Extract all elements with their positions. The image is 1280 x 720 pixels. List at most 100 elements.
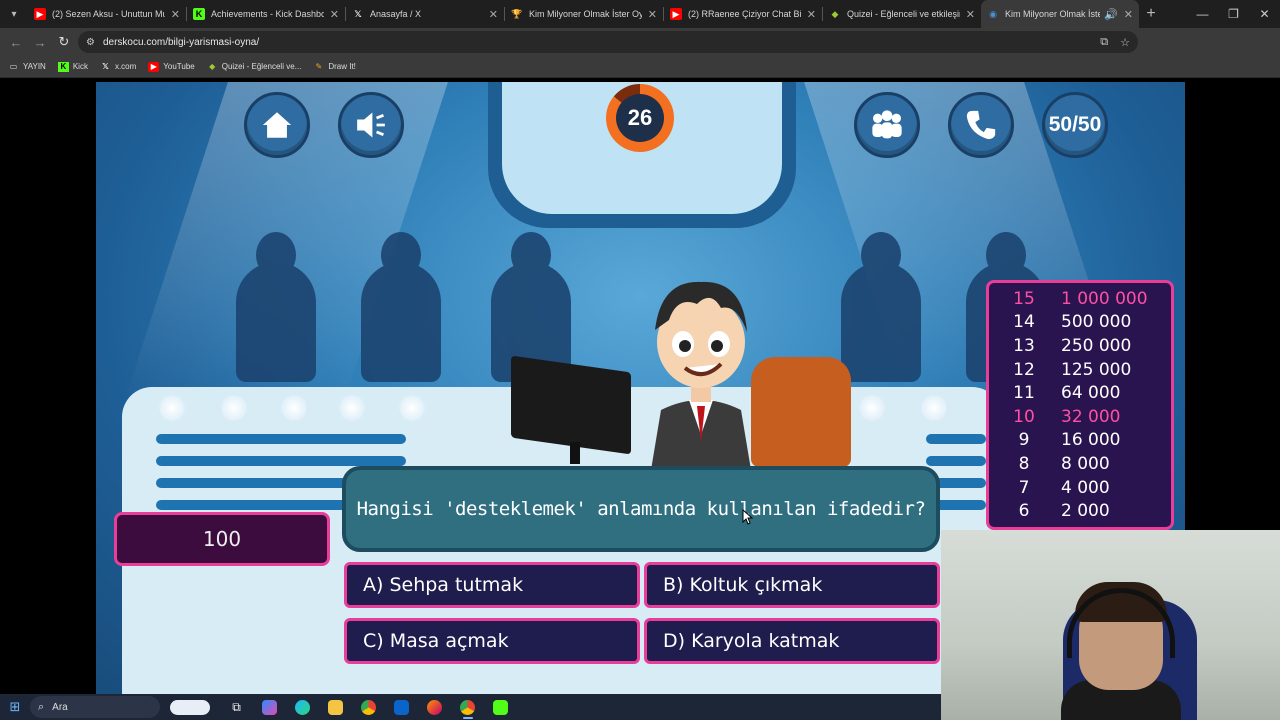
host-chair xyxy=(751,357,851,467)
window-controls: — ❐ ✕ xyxy=(1187,0,1280,28)
audience-lifeline-button[interactable] xyxy=(854,92,920,158)
answer-option-d[interactable]: D) Karyola katmak xyxy=(644,618,940,664)
taskbar-search[interactable]: ⌕ Ara xyxy=(30,696,160,718)
monitor-stand xyxy=(570,442,580,464)
answer-option-a[interactable]: A) Sehpa tutmak xyxy=(344,562,640,608)
site-info-icon[interactable]: ⚙ xyxy=(86,37,95,48)
url-bar[interactable]: ⚙ derskocu.com/bilgi-yarismasi-oyna/ ⧉ ☆ xyxy=(78,31,1138,53)
tab-kick-dashboard[interactable]: K Achievements - Kick Dashboard ✕ xyxy=(187,0,345,28)
close-tab-icon[interactable]: ✕ xyxy=(807,8,816,21)
desk-monitor xyxy=(511,355,631,455)
folder-logo xyxy=(328,699,343,715)
ladder-row: 15 1 000 000 xyxy=(1013,288,1148,309)
chrome-logo xyxy=(361,699,376,715)
ladder-row: 62 000 xyxy=(1018,501,1110,522)
question-box: Hangisi 'desteklemek' anlamında kullanıl… xyxy=(342,466,940,552)
close-tab-icon[interactable]: ✕ xyxy=(330,8,339,21)
phone-lifeline-button[interactable] xyxy=(948,92,1014,158)
chrome-active-icon[interactable] xyxy=(451,694,484,720)
ladder-row: 12 125 000 xyxy=(1013,359,1132,380)
reload-icon[interactable]: ↻ xyxy=(52,34,76,50)
firefox-icon[interactable] xyxy=(418,694,451,720)
new-tab-button[interactable]: + xyxy=(1139,5,1163,23)
close-tab-icon[interactable]: ✕ xyxy=(1124,8,1133,21)
youtube-icon: ▶ xyxy=(148,61,160,72)
bookmark-star-icon[interactable]: ☆ xyxy=(1120,36,1130,49)
audience-icon xyxy=(872,110,902,139)
windows-start-icon[interactable]: ⊞ xyxy=(0,699,30,715)
prize-ladder: 15 1 000 000 14 500 000 13 250 000 12 125 00… xyxy=(986,280,1174,530)
webcam-overlay xyxy=(941,530,1280,720)
desk-stripe xyxy=(926,456,986,466)
ladder-row: 14 500 000 xyxy=(1013,312,1132,333)
minimize-icon[interactable]: — xyxy=(1187,0,1218,28)
edge-logo xyxy=(295,699,310,715)
install-app-icon[interactable]: ⧉ xyxy=(1100,36,1108,49)
edge-icon[interactable] xyxy=(286,694,319,720)
desk-stripe xyxy=(156,456,406,466)
kick-logo xyxy=(493,699,508,715)
desk-light xyxy=(220,394,248,422)
home-icon xyxy=(262,112,292,138)
close-window-icon[interactable]: ✕ xyxy=(1249,0,1280,28)
bookmark-youtube[interactable]: ▶ YouTube xyxy=(148,61,195,72)
close-tab-icon[interactable]: ✕ xyxy=(171,8,180,21)
ladder-row: 11 64 000 xyxy=(1013,383,1121,404)
desk-light xyxy=(398,394,426,422)
chrome-logo xyxy=(460,699,475,715)
widgets-icon[interactable] xyxy=(160,694,220,720)
chrome-icon[interactable] xyxy=(352,694,385,720)
tab-rraenee[interactable]: ▶ (2) RRaenee Çiziyor Chat Bilme ✕ xyxy=(664,0,822,28)
ladder-row: 88 000 xyxy=(1018,453,1110,474)
search-icon: ⌕ xyxy=(38,700,45,713)
close-tab-icon[interactable]: ✕ xyxy=(648,8,657,21)
tab-strip: ▾ ▶ (2) Sezen Aksu - Unuttun Mu B ✕ K Ac… xyxy=(0,0,1280,28)
kick-icon: K xyxy=(193,8,205,20)
firefox-logo xyxy=(427,699,442,715)
outlook-logo xyxy=(394,699,409,715)
bookmark-x[interactable]: 𝕏 x.com xyxy=(100,62,136,72)
bookmark-quizei[interactable]: ◆ Quizei - Eğlenceli ve... xyxy=(207,61,301,72)
phone-icon xyxy=(966,110,996,140)
desk-stripe xyxy=(156,434,406,444)
task-view-icon[interactable]: ⧉ xyxy=(220,694,253,720)
tab-sezen-aksu[interactable]: ▶ (2) Sezen Aksu - Unuttun Mu B ✕ xyxy=(28,0,186,28)
widget-image xyxy=(170,699,210,715)
address-toolbar: ← → ↻ ⚙ derskocu.com/bilgi-yarismasi-oyn… xyxy=(0,28,1280,78)
copilot-icon[interactable] xyxy=(253,694,286,720)
bookmark-yayin[interactable]: ▭ YAYIN xyxy=(8,62,46,72)
desk-light xyxy=(920,394,948,422)
answer-option-c[interactable]: C) Masa açmak xyxy=(344,618,640,664)
answer-option-b[interactable]: B) Koltuk çıkmak xyxy=(644,562,940,608)
home-button[interactable] xyxy=(244,92,310,158)
globe-icon: ◉ xyxy=(989,9,997,19)
ladder-row: 10 32 000 xyxy=(1013,406,1121,427)
desk-light xyxy=(858,394,886,422)
trophy-icon: 🏆 xyxy=(511,9,523,19)
fifty-fifty-lifeline-button[interactable]: 50/50 xyxy=(1042,92,1108,158)
tab-kim-milyoner-1[interactable]: 🏆 Kim Milyoner Olmak İster Oyu ✕ xyxy=(505,0,663,28)
sound-toggle-button[interactable] xyxy=(338,92,404,158)
tab-kim-milyoner-active[interactable]: ◉ Kim Milyoner Olmak İster C 🔊 ✕ xyxy=(981,0,1139,28)
kick-app-icon[interactable] xyxy=(484,694,517,720)
countdown-timer: 26 xyxy=(606,84,674,152)
tab-x-home[interactable]: 𝕏 Anasayfa / X ✕ xyxy=(346,0,504,28)
close-tab-icon[interactable]: ✕ xyxy=(966,8,975,21)
bookmark-kick[interactable]: K Kick xyxy=(57,61,88,72)
outlook-icon[interactable] xyxy=(385,694,418,720)
speaker-tab-icon[interactable]: 🔊 xyxy=(1104,8,1118,21)
file-explorer-icon[interactable] xyxy=(319,694,352,720)
tab-search-icon[interactable]: ▾ xyxy=(0,0,28,28)
desk-stripe xyxy=(926,434,986,444)
back-icon[interactable]: ← xyxy=(4,35,28,50)
copilot-logo xyxy=(262,699,277,715)
close-tab-icon[interactable]: ✕ xyxy=(489,8,498,21)
restore-icon[interactable]: ❐ xyxy=(1218,0,1249,28)
quizei-icon: ◆ xyxy=(209,61,216,71)
audience-silhouette xyxy=(236,232,316,382)
host-character xyxy=(651,281,751,470)
forward-icon[interactable]: → xyxy=(28,35,52,50)
ladder-row: 13 250 000 xyxy=(1013,335,1132,356)
tab-quizei[interactable]: ◆ Quizei - Eğlenceli ve etkileşimli ✕ xyxy=(823,0,981,28)
bookmark-draw-it[interactable]: ✎ Draw It! xyxy=(313,62,355,72)
